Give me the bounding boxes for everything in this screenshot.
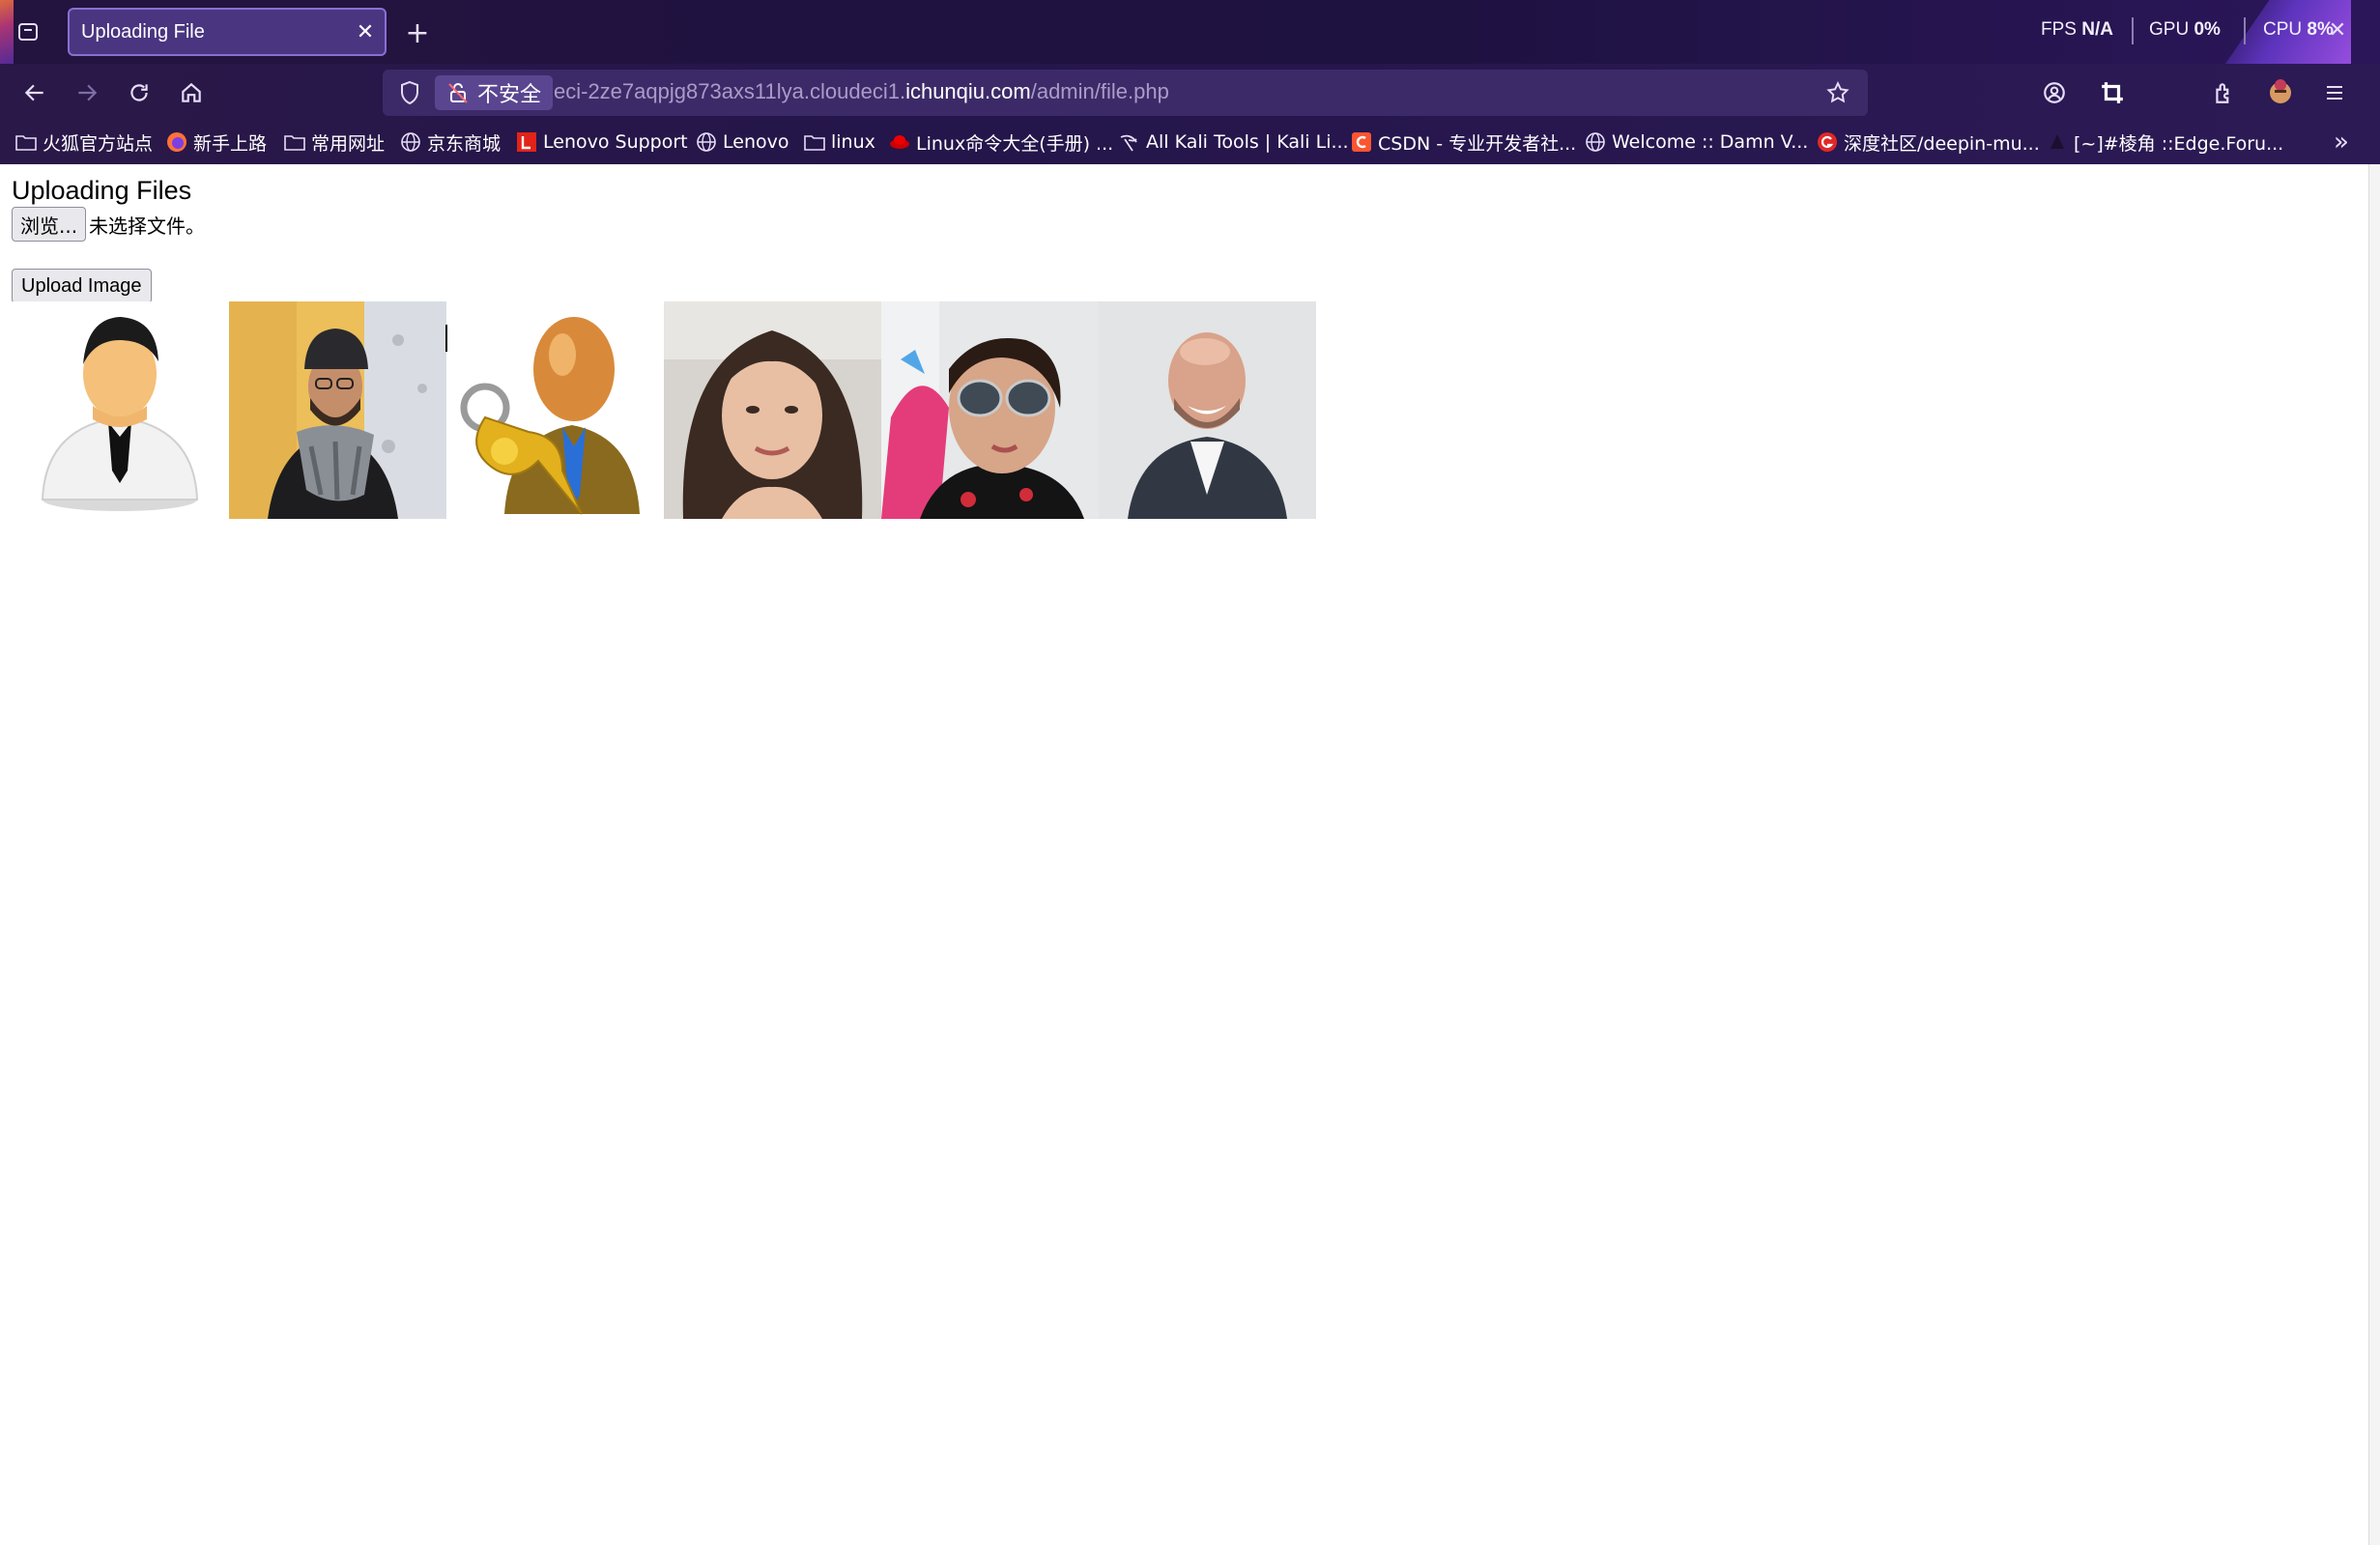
url-text[interactable]: eci-2ze7aqpjg873axs11lya.cloudeci1.ichun… [554,79,1169,104]
bookmark-label: CSDN - 专业开发者社... [1378,132,1577,155]
divider [2132,17,2134,44]
bookmark-label: 火狐官方站点 [43,132,154,155]
bookmark-label: 深度社区/deepin-mu... [1844,132,2040,155]
bookmark-label: 常用网址 [311,132,386,155]
kali-icon [1119,131,1140,153]
redhat-icon [889,131,910,153]
lenovo-icon [516,131,537,153]
bookmark-item[interactable]: All Kali Tools | Kali Li... [1119,128,1349,157]
bookmark-item[interactable]: 深度社区/deepin-mu... [1817,128,2040,157]
sunglasses-woman-photo [881,301,1099,519]
tab-groups-icon[interactable] [12,15,44,48]
bookmark-item[interactable]: 京东商城 [400,128,501,157]
divider [2244,17,2246,44]
account-icon[interactable] [2037,75,2072,110]
tracking-shield-icon[interactable] [394,77,425,108]
bookmark-label: All Kali Tools | Kali Li... [1146,131,1349,153]
bookmark-label: 新手上路 [193,132,268,155]
bookmark-label: [~]#棱角 ::Edge.Foru... [2074,132,2284,155]
insecure-lock-icon [446,81,470,110]
upload-image-button[interactable]: Upload Image [12,269,152,303]
folder-icon [15,131,37,153]
gpu-label: GPU 0% [2149,19,2221,40]
fps-label: FPS N/A [2041,19,2113,40]
bookmark-label: Lenovo [723,131,789,153]
overlay-close-icon[interactable]: ✕ [2323,15,2352,44]
new-tab-button[interactable]: + [398,14,437,52]
bookmark-item[interactable]: [~]#棱角 ::Edge.Foru... [2047,128,2283,157]
tab-close-icon[interactable]: ✕ [346,13,385,51]
bearded-man-scarf-photo [229,301,446,519]
page-title: Uploading Files [12,176,192,205]
bookmark-item[interactable]: Welcome :: Damn V... [1585,128,1808,157]
file-status-text: 未选择文件。 [89,215,205,238]
bookmarks-overflow-chevron-icon[interactable]: » [2322,126,2361,158]
bookmark-item[interactable]: 新手上路 [166,128,267,157]
insecure-label: 不安全 [477,83,542,107]
bookmark-item[interactable]: Linux命令大全(手册) ... [889,128,1113,157]
bookmark-label: linux [831,131,875,153]
folder-icon [284,131,305,153]
bookmark-item[interactable]: 常用网址 [284,128,385,157]
menu-icon[interactable] [2317,75,2352,110]
bookmark-label: Welcome :: Damn V... [1612,131,1809,153]
csdn-icon [1351,131,1372,153]
smiling-woman-photo [664,301,881,519]
user-key-avatar-image [446,301,664,519]
reload-icon[interactable] [122,75,157,110]
insecure-connection-button[interactable]: 不安全 [435,75,554,110]
scrollbar[interactable] [2368,164,2380,1545]
screenshot-crop-icon[interactable] [2095,75,2130,110]
firefox-icon [166,131,187,153]
bookmark-label: Lenovo Support [543,131,688,153]
folder-icon [804,131,825,153]
forward-icon[interactable] [70,75,104,110]
bookmark-item[interactable]: CSDN - 专业开发者社... [1351,128,1576,157]
tab-title: Uploading File [81,20,205,43]
bookmark-item[interactable]: Lenovo [696,128,789,157]
globe-icon [696,131,717,153]
image-gallery [12,301,1316,519]
bookmark-label: 京东商城 [427,132,502,155]
globe-icon [400,131,421,153]
laughing-bald-man-photo [1099,301,1316,519]
globe-icon [1585,131,1606,153]
back-icon[interactable] [17,75,52,110]
extensions-icon[interactable] [2207,75,2242,110]
bookmark-star-icon[interactable] [1821,75,1855,110]
bookmark-label: Linux命令大全(手册) ... [916,132,1114,155]
bookmark-item[interactable]: 火狐官方站点 [15,128,153,157]
edge-forum-icon [2047,131,2068,153]
deepin-icon [1817,131,1838,153]
page-content: Uploading Files 浏览... 未选择文件。 Upload Imag… [0,164,2368,1545]
home-icon[interactable] [174,75,209,110]
extension-avatar-icon[interactable] [2261,72,2300,110]
bookmark-item[interactable]: linux [804,128,875,157]
tab-uploading-file[interactable]: Uploading File ✕ [68,8,387,56]
browse-file-button[interactable]: 浏览... [12,207,87,242]
bookmark-item[interactable]: Lenovo Support [516,128,688,157]
text-cursor [445,325,447,352]
user-tie-avatar-image [12,301,229,519]
